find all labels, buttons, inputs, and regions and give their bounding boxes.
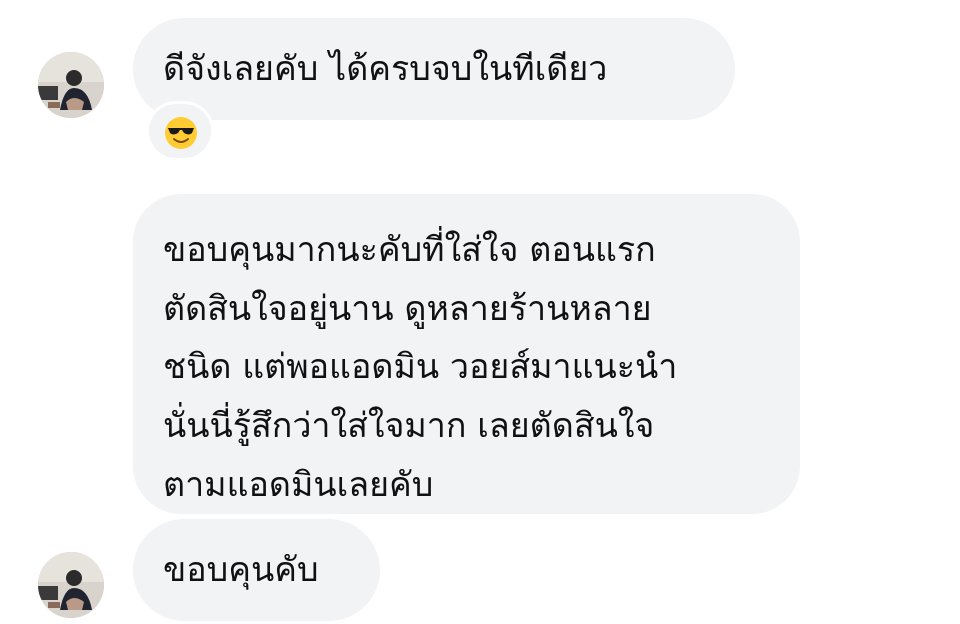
sunglasses-emoji-icon [165,117,197,149]
message-text-line: ตามแอดมินเลยคับ [163,464,434,505]
message-text: ดีจังเลยคับ ได้ครบจบในทีเดียว [163,49,608,89]
message-bubble[interactable]: ขอบคุนมากนะคับที่ใส่ใจ ตอนแรก ตัดสินใจอย… [133,194,800,514]
message-bubble[interactable]: ดีจังเลยคับ ได้ครบจบในทีเดียว [133,18,735,120]
message-bubble[interactable]: ขอบคุนคับ [133,519,380,621]
message-text-line: ชนิด แต่พอแอดมิน วอยส์มาแนะนำ [163,347,678,388]
message-text: ขอบคุนคับ [163,550,319,590]
avatar-photo [38,552,104,618]
avatar-photo [38,52,104,118]
message-text-line: นั่นนี่รู้สึกว่าใส่ใจมาก เลยตัดสินใจ [163,406,655,447]
sender-avatar[interactable] [38,552,104,618]
sender-avatar[interactable] [38,52,104,118]
message-text-line: ตัดสินใจอยู่นาน ดูหลายร้านหลาย [163,288,652,329]
message-text-line: ขอบคุนมากนะคับที่ใส่ใจ ตอนแรก [163,230,656,270]
message-reaction[interactable] [146,101,214,161]
